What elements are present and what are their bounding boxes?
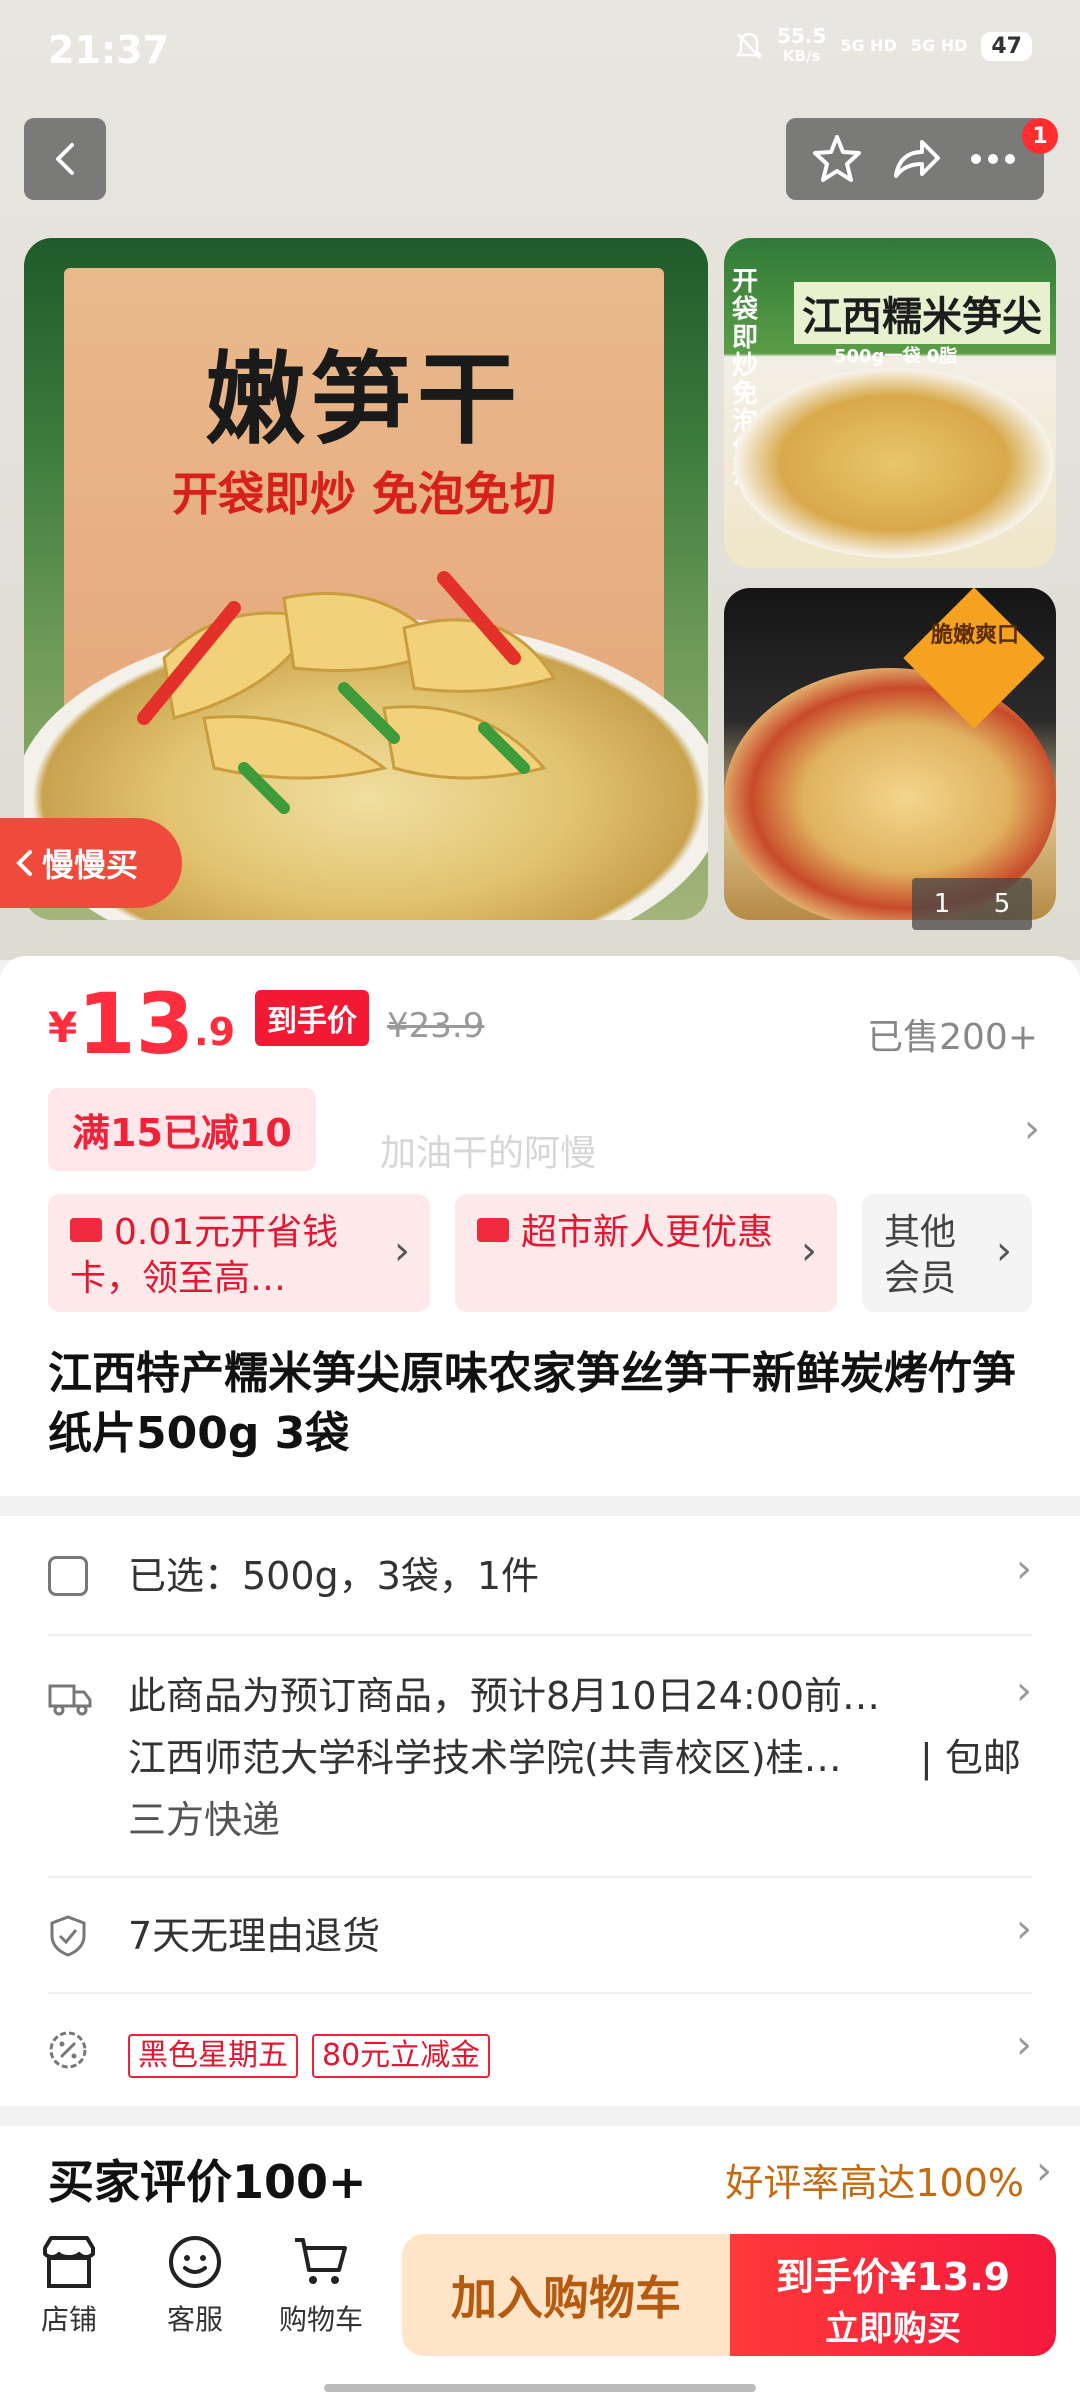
price-row: ¥ 13 .9 到手价 ¥23.9 xyxy=(48,982,484,1066)
delivery-line-1: 此商品为预订商品，预计8月10日24:00前… xyxy=(128,1674,881,1718)
store-icon xyxy=(43,2236,95,2288)
checklist-icon xyxy=(48,1556,88,1596)
signal-1: 5G HD xyxy=(840,36,897,55)
tag-black-friday: 黑色星期五 xyxy=(128,2034,298,2078)
bottom-action-bar: 店铺 客服 购物车 加入购物车 到手价¥13.9 立即购买 xyxy=(0,2220,1080,2400)
chevron-right-icon[interactable]: › xyxy=(1036,2148,1052,2194)
benefit-2-label: 超市新人更优惠 xyxy=(521,1212,774,1253)
chevron-left-icon xyxy=(56,143,74,175)
coupon-icon xyxy=(477,1218,509,1242)
delivery-row[interactable]: 此商品为预订商品，预计8月10日24:00前… 江西师范大学科学技术学院(共青校… xyxy=(48,1636,1032,1878)
store-button[interactable]: 店铺 xyxy=(14,2234,124,2338)
review-title: 买家评价100+ xyxy=(48,2155,367,2209)
chevron-right-icon: › xyxy=(801,1228,817,1274)
top-actions xyxy=(786,118,1044,200)
counter-current: 1 xyxy=(933,889,951,919)
chevron-left-icon xyxy=(16,850,32,876)
hero-gallery: 21:37 55.5 KB/s 5G HD 5G HD 47 1 嫩笋干 开袋即炒… xyxy=(0,0,1080,960)
box-subtitle: 开袋即炒 免泡免切 xyxy=(171,467,556,521)
service-label: 客服 xyxy=(166,2303,223,2336)
product-title: 江西特产糯米笋尖原味农家笋丝笋干新鲜炭烤竹笋纸片500g 3袋 xyxy=(48,1348,1016,1459)
status-icons: 55.5 KB/s 5G HD 5G HD 47 xyxy=(735,26,1032,66)
back-button[interactable] xyxy=(24,118,106,200)
signal-2: 5G HD xyxy=(910,36,968,55)
watermark: 加油干的阿慢 xyxy=(380,1133,597,1174)
thumbnail-2[interactable]: 脆嫩爽口 xyxy=(724,588,1056,920)
sold-count: 已售200+ xyxy=(867,1017,1038,1058)
chevron-right-icon: › xyxy=(996,1228,1012,1274)
net-speed: 55.5 KB/s xyxy=(777,26,826,66)
benefit-3-label: 其他会员 xyxy=(884,1212,957,1299)
delivery-line-3: 三方快递 xyxy=(128,1798,281,1842)
spec-selected-text: 已选：500g，3袋，1件 xyxy=(128,1554,540,1598)
more-icon[interactable] xyxy=(966,132,1020,186)
share-icon[interactable] xyxy=(888,132,942,186)
tag-instant-discount: 80元立减金 xyxy=(312,2034,491,2078)
promotion-row[interactable]: 黑色星期五 80元立减金 › xyxy=(48,1994,1032,2106)
home-indicator[interactable] xyxy=(324,2384,756,2392)
status-bar: 21:37 55.5 KB/s 5G HD 5G HD 47 xyxy=(0,0,1080,100)
buy-now-price: 到手价¥13.9 xyxy=(775,2255,1011,2299)
shield-icon xyxy=(50,1915,86,1957)
chevron-right-icon: › xyxy=(1016,2022,1032,2068)
original-price: ¥23.9 xyxy=(387,1006,485,1046)
star-icon[interactable] xyxy=(810,132,864,186)
price-card: ¥ 13 .9 到手价 ¥23.9 已售200+ 满15已减10 加油干的阿慢 … xyxy=(0,956,1080,1496)
returns-text: 7天无理由退货 xyxy=(128,1914,381,1958)
spec-selection-row[interactable]: 已选：500g，3袋，1件 › xyxy=(48,1516,1032,1636)
delivery-line-2: 江西师范大学科学技术学院(共青校区)桂… xyxy=(128,1736,842,1780)
benefit-savings-card[interactable]: 0.01元开省钱卡，领至高… › xyxy=(48,1194,430,1312)
cart-label: 购物车 xyxy=(278,2303,363,2336)
free-shipping: | 包邮 xyxy=(920,1736,1021,1780)
benefit-1-label: 0.01元开省钱卡，领至高… xyxy=(70,1212,339,1299)
chevron-right-icon: › xyxy=(1016,1668,1032,1714)
net-speed-unit: KB/s xyxy=(782,47,821,65)
final-price-tag: 到手价 xyxy=(255,990,370,1046)
slow-buy-label: 慢慢买 xyxy=(42,846,139,884)
thumbnail-1[interactable]: 开袋即炒免泡免切 江西糯米笋尖 500g一袋 0脂 xyxy=(724,238,1056,568)
chevron-right-icon: › xyxy=(394,1228,410,1274)
chevron-right-icon: › xyxy=(1016,1546,1032,1592)
chevron-right-icon: › xyxy=(1016,1906,1032,1952)
chevron-right-icon[interactable]: › xyxy=(1024,1106,1040,1152)
price-decimal: .9 xyxy=(194,1010,236,1054)
notification-badge: 1 xyxy=(1022,118,1058,154)
counter-total: 5 xyxy=(993,889,1011,919)
benefit-new-user[interactable]: 超市新人更优惠 › xyxy=(455,1194,837,1312)
thumb2-badge-text: 脆嫩爽口 xyxy=(930,623,1019,648)
customer-service-icon xyxy=(169,2236,221,2288)
promo-chip[interactable]: 满15已减10 xyxy=(48,1088,316,1171)
buy-now-button[interactable]: 到手价¥13.9 立即购买 xyxy=(730,2234,1056,2356)
thumb1-title: 江西糯米笋尖 xyxy=(794,282,1050,344)
battery-indicator: 47 xyxy=(981,31,1032,61)
cart-button[interactable]: 购物车 xyxy=(266,2234,376,2338)
shopping-cart-icon xyxy=(295,2238,347,2284)
store-label: 店铺 xyxy=(40,2303,97,2336)
benefit-other-members[interactable]: 其他会员 › xyxy=(862,1194,1032,1312)
slow-buy-button[interactable]: 慢慢买 xyxy=(0,818,182,908)
card-icon xyxy=(70,1218,102,1242)
net-speed-value: 55.5 xyxy=(776,24,827,48)
mute-bell-icon xyxy=(735,32,763,59)
thumb1-plate xyxy=(734,368,1054,558)
currency-symbol: ¥ xyxy=(48,1003,78,1052)
product-page: 21:37 55.5 KB/s 5G HD 5G HD 47 1 嫩笋干 开袋即炒… xyxy=(0,0,1080,2400)
status-time: 21:37 xyxy=(48,28,169,72)
detail-card: 已选：500g，3袋，1件 › 此商品为预订商品，预计8月10日24:00前… … xyxy=(0,1516,1080,2106)
add-to-cart-button[interactable]: 加入购物车 xyxy=(402,2234,730,2356)
returns-row[interactable]: 7天无理由退货 › xyxy=(48,1878,1032,1994)
review-rate[interactable]: 好评率高达100% xyxy=(725,2152,1024,2207)
buy-now-label: 立即购买 xyxy=(825,2309,961,2349)
promo-tags: 黑色星期五 80元立减金 xyxy=(128,2022,504,2082)
image-counter: 1 5 xyxy=(912,878,1032,930)
thumb1-subtitle: 500g一袋 0脂 xyxy=(834,346,958,367)
discount-icon xyxy=(49,2031,87,2069)
box-title: 嫩笋干 xyxy=(205,341,523,458)
bamboo-strips-illustration xyxy=(137,571,557,814)
price-integer: 13 xyxy=(77,975,195,1073)
service-button[interactable]: 客服 xyxy=(140,2234,250,2338)
truck-icon xyxy=(48,1684,92,1716)
